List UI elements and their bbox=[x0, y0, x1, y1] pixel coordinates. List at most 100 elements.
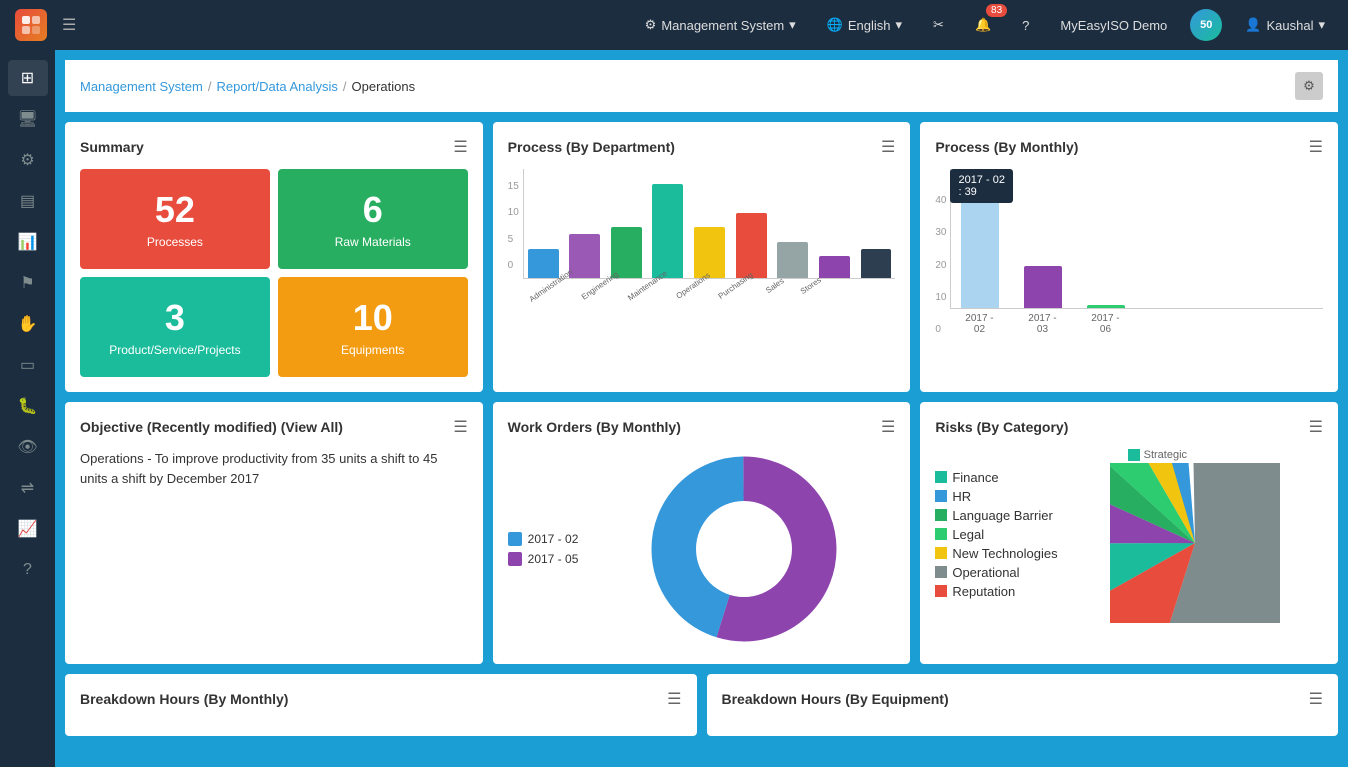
breakdown-equipment-menu-icon[interactable]: ☰ bbox=[1309, 689, 1323, 709]
breakdown-monthly-title: Breakdown Hours (By Monthly) bbox=[80, 691, 288, 707]
sidebar-item-eye[interactable]: 👁 bbox=[8, 429, 48, 465]
summary-card-header: Summary ☰ bbox=[80, 137, 468, 157]
donut-chart bbox=[593, 449, 895, 649]
bottom-row: Breakdown Hours (By Monthly) ☰ Breakdown… bbox=[65, 674, 1338, 736]
sidebar-item-tablet[interactable]: ▭ bbox=[8, 347, 48, 383]
work-orders-menu-icon[interactable]: ☰ bbox=[881, 417, 895, 437]
objective-text: Operations - To improve productivity fro… bbox=[80, 449, 468, 488]
bar-sales bbox=[736, 213, 767, 278]
bar-operations bbox=[652, 184, 683, 278]
product-label: Product/Service/Projects bbox=[109, 343, 240, 357]
raw-materials-tile[interactable]: 6 Raw Materials bbox=[278, 169, 468, 269]
top-navigation: ☰ ⚙ Management System ▾ 🌐 English ▾ ✂ 🔔 … bbox=[0, 0, 1348, 50]
dropdown-icon: ▾ bbox=[896, 17, 903, 33]
process-dept-title: Process (By Department) bbox=[508, 139, 675, 155]
equipments-count: 10 bbox=[353, 297, 393, 339]
sidebar-item-bug[interactable]: 🐛 bbox=[8, 388, 48, 424]
process-monthly-header: Process (By Monthly) ☰ bbox=[935, 137, 1323, 157]
objective-menu-icon[interactable]: ☰ bbox=[453, 417, 467, 437]
main-content: Management System / Report/Data Analysis… bbox=[55, 50, 1348, 767]
risks-legend: Finance HR Language Barrier Legal bbox=[935, 470, 1057, 603]
avatar[interactable]: 50 bbox=[1190, 9, 1222, 41]
risks-menu-icon[interactable]: ☰ bbox=[1309, 417, 1323, 437]
objective-header: Objective (Recently modified) (View All)… bbox=[80, 417, 468, 437]
breadcrumb-settings-button[interactable]: ⚙ bbox=[1295, 72, 1323, 100]
language-menu[interactable]: 🌐 English ▾ bbox=[819, 12, 910, 38]
work-orders-legend: 2017 - 02 2017 - 05 bbox=[508, 532, 579, 566]
bell-icon: 🔔 bbox=[975, 17, 991, 33]
equipments-label: Equipments bbox=[341, 343, 404, 357]
risks-header: Risks (By Category) ☰ bbox=[935, 417, 1323, 437]
breadcrumb: Management System / Report/Data Analysis… bbox=[65, 60, 1338, 112]
sidebar-item-flag[interactable]: ⚑ bbox=[8, 265, 48, 301]
bar-other2 bbox=[861, 249, 892, 278]
user-icon: 👤 bbox=[1245, 17, 1261, 33]
breakdown-monthly-card: Breakdown Hours (By Monthly) ☰ bbox=[65, 674, 697, 736]
hamburger-icon[interactable]: ☰ bbox=[62, 15, 76, 35]
app-logo[interactable] bbox=[15, 9, 47, 41]
breakdown-equipment-card: Breakdown Hours (By Equipment) ☰ bbox=[707, 674, 1339, 736]
process-dept-menu-icon[interactable]: ☰ bbox=[881, 137, 895, 157]
bar-purchasing bbox=[694, 227, 725, 278]
risks-title: Risks (By Category) bbox=[935, 419, 1068, 435]
work-orders-body: 2017 - 02 2017 - 05 bbox=[508, 449, 896, 649]
sidebar: ⊞ 🖥 ⚙ ▤ 📊 ⚑ ✋ ▭ 🐛 👁 ⇌ 📈 ? bbox=[0, 50, 55, 767]
monthly-bar-mar bbox=[1024, 169, 1062, 308]
risks-pie-area: Strategic bbox=[1068, 449, 1323, 623]
help-icon[interactable]: ? bbox=[1014, 13, 1037, 38]
summary-title: Summary bbox=[80, 139, 144, 155]
dropdown-icon: ▾ bbox=[789, 17, 796, 33]
process-monthly-title: Process (By Monthly) bbox=[935, 139, 1078, 155]
processes-count: 52 bbox=[155, 189, 195, 231]
sidebar-item-line-chart[interactable]: 📈 bbox=[8, 511, 48, 547]
bar-administration bbox=[528, 249, 559, 278]
process-monthly-menu-icon[interactable]: ☰ bbox=[1309, 137, 1323, 157]
summary-menu-icon[interactable]: ☰ bbox=[453, 137, 467, 157]
globe-icon: 🌐 bbox=[827, 17, 843, 33]
sidebar-item-monitor[interactable]: 🖥 bbox=[8, 101, 48, 137]
breadcrumb-report[interactable]: Report/Data Analysis bbox=[216, 79, 337, 94]
equipments-tile[interactable]: 10 Equipments bbox=[278, 277, 468, 377]
sidebar-item-chart[interactable]: 📊 bbox=[8, 224, 48, 260]
work-orders-card: Work Orders (By Monthly) ☰ 2017 - 02 201… bbox=[493, 402, 911, 664]
risks-by-category-card: Risks (By Category) ☰ Finance HR bbox=[920, 402, 1338, 664]
work-orders-title: Work Orders (By Monthly) bbox=[508, 419, 681, 435]
breakdown-equipment-header: Breakdown Hours (By Equipment) ☰ bbox=[722, 689, 1324, 709]
notifications[interactable]: 🔔 83 bbox=[967, 12, 999, 38]
wrench-icon[interactable]: ✂ bbox=[925, 12, 952, 38]
sidebar-item-card[interactable]: ▤ bbox=[8, 183, 48, 219]
bar-stores bbox=[777, 242, 808, 278]
processes-tile[interactable]: 52 Processes bbox=[80, 169, 270, 269]
processes-label: Processes bbox=[147, 235, 203, 249]
legend-dot-may bbox=[508, 552, 522, 566]
sidebar-item-settings[interactable]: ⚙ bbox=[8, 142, 48, 178]
summary-card: Summary ☰ 52 Processes 6 Raw Materials 3… bbox=[65, 122, 483, 392]
process-dept-header: Process (By Department) ☰ bbox=[508, 137, 896, 157]
breakdown-monthly-menu-icon[interactable]: ☰ bbox=[667, 689, 681, 709]
legend-dot-feb bbox=[508, 532, 522, 546]
sidebar-item-home[interactable]: ⊞ bbox=[8, 60, 48, 96]
breadcrumb-current: Operations bbox=[352, 79, 416, 94]
breakdown-monthly-header: Breakdown Hours (By Monthly) ☰ bbox=[80, 689, 682, 709]
user-label[interactable]: MyEasyISO Demo bbox=[1052, 13, 1175, 38]
product-count: 3 bbox=[165, 297, 185, 339]
objective-title: Objective (Recently modified) (View All) bbox=[80, 419, 343, 435]
dropdown-icon: ▾ bbox=[1318, 17, 1325, 33]
chart-tooltip: 2017 - 02 : 39 bbox=[950, 169, 1012, 203]
summary-tiles: 52 Processes 6 Raw Materials 3 Product/S… bbox=[80, 169, 468, 377]
sidebar-item-hand[interactable]: ✋ bbox=[8, 306, 48, 342]
sidebar-item-transfer[interactable]: ⇌ bbox=[8, 470, 48, 506]
risks-layout: Finance HR Language Barrier Legal bbox=[935, 449, 1323, 623]
breakdown-equipment-title: Breakdown Hours (By Equipment) bbox=[722, 691, 949, 707]
product-tile[interactable]: 3 Product/Service/Projects bbox=[80, 277, 270, 377]
work-orders-header: Work Orders (By Monthly) ☰ bbox=[508, 417, 896, 437]
process-by-department-card: Process (By Department) ☰ 0 5 10 15 bbox=[493, 122, 911, 392]
user-menu[interactable]: 👤 Kaushal ▾ bbox=[1237, 12, 1333, 38]
process-by-monthly-card: Process (By Monthly) ☰ 0 10 20 30 40 201… bbox=[920, 122, 1338, 392]
dashboard-grid: Summary ☰ 52 Processes 6 Raw Materials 3… bbox=[65, 122, 1338, 664]
monthly-bar-jun bbox=[1087, 169, 1125, 308]
bar-engineering bbox=[569, 234, 600, 278]
breadcrumb-management-system[interactable]: Management System bbox=[80, 79, 203, 94]
management-system-menu[interactable]: ⚙ Management System ▾ bbox=[637, 12, 804, 38]
sidebar-item-help[interactable]: ? bbox=[8, 552, 48, 588]
